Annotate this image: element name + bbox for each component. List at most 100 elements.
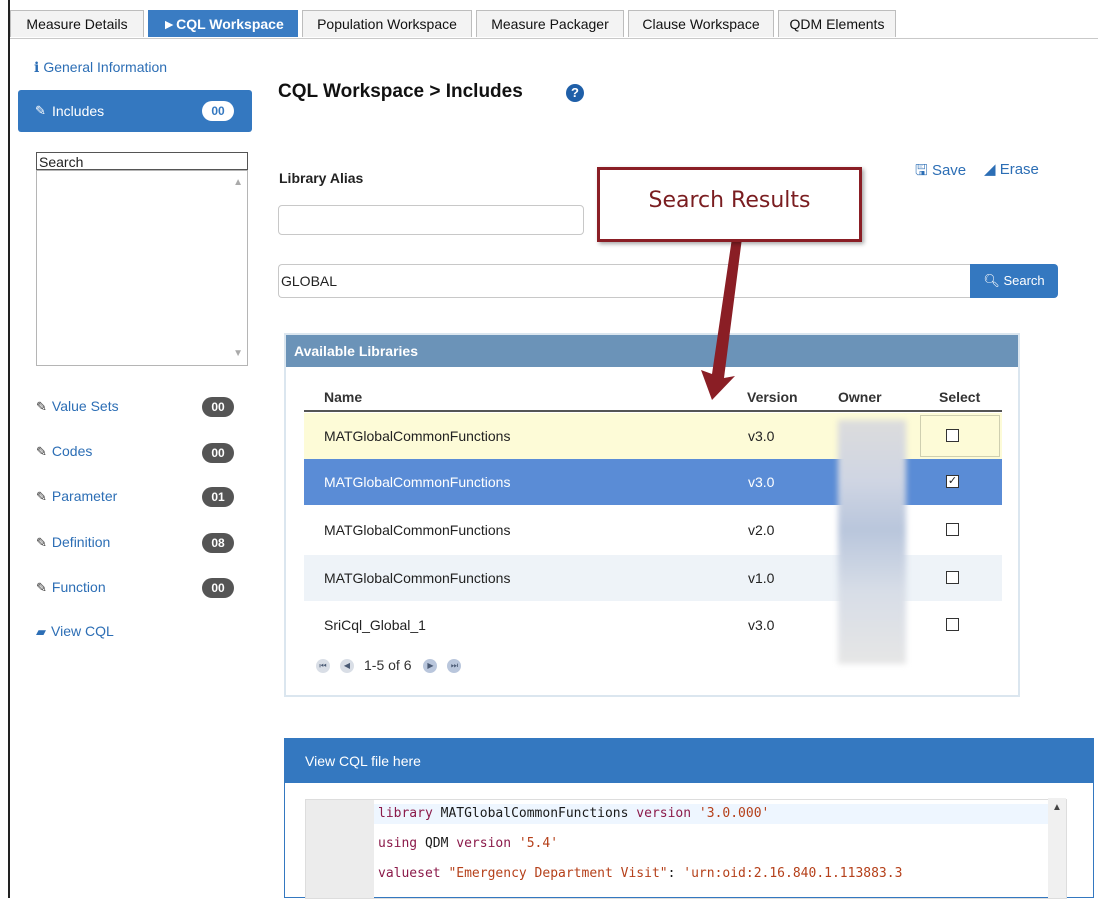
select-checkbox[interactable]: ✓ — [946, 475, 959, 488]
sidebar-item-general-information[interactable]: i General Information — [34, 59, 167, 76]
code-line: valueset "Emergency Department Visit": '… — [378, 866, 902, 881]
tab-population-workspace[interactable]: Population Workspace — [302, 10, 472, 37]
library-name: MATGlobalCommonFunctions — [324, 570, 511, 586]
search-button[interactable]: 🔍︎ Search — [970, 264, 1058, 298]
sidebar-item-value-sets[interactable]: ✎ Value Sets — [36, 398, 119, 415]
code-keyword: valueset — [378, 866, 441, 881]
column-header-name[interactable]: Name — [324, 389, 362, 405]
count-badge: 01 — [202, 487, 234, 507]
owner-column-redacted — [838, 420, 906, 664]
search-icon: 🔍︎ — [983, 273, 1000, 288]
library-version: v3.0 — [748, 474, 775, 490]
count-badge: 00 — [202, 397, 234, 417]
pencil-icon: ✎ — [36, 444, 47, 459]
code-line: library MATGlobalCommonFunctions version… — [378, 806, 769, 821]
sidebar-item-function[interactable]: ✎ Function — [36, 579, 106, 596]
sidebar-item-label: View CQL — [51, 623, 114, 639]
select-cell-outline — [920, 415, 1000, 457]
tab-qdm-elements[interactable]: QDM Elements — [778, 10, 896, 37]
eraser-icon: ◢ — [984, 161, 996, 178]
library-name: MATGlobalCommonFunctions — [324, 522, 511, 538]
count-badge: 08 — [202, 533, 234, 553]
library-version: v1.0 — [748, 570, 775, 586]
next-page-icon[interactable]: ▶ — [423, 659, 438, 674]
code-text: QDM — [417, 836, 457, 851]
info-icon: i — [34, 60, 40, 76]
code-line: using QDM version '5.4' — [378, 836, 558, 851]
search-button-label: Search — [1003, 273, 1045, 288]
sidebar-item-definition[interactable]: ✎ Definition — [36, 534, 110, 551]
select-checkbox[interactable] — [946, 571, 959, 584]
scroll-down-icon[interactable]: ▼ — [233, 348, 243, 359]
library-alias-input[interactable] — [278, 205, 584, 235]
tab-label: Measure Packager — [491, 16, 609, 32]
search-results-callout: Search Results — [597, 167, 862, 242]
tab-label: Population Workspace — [317, 16, 457, 32]
save-label: Save — [931, 162, 967, 179]
book-icon: ▰ — [36, 624, 46, 639]
sidebar-item-includes[interactable]: ✎ Includes 00 — [18, 90, 252, 132]
column-header-version[interactable]: Version — [747, 389, 798, 405]
pencil-icon: ✎ — [35, 103, 46, 118]
sidebar-item-view-cql[interactable]: ▰ View CQL — [36, 623, 114, 640]
pencil-icon: ✎ — [36, 399, 47, 414]
library-name: MATGlobalCommonFunctions — [324, 474, 511, 490]
sidebar-item-label: Definition — [51, 534, 111, 550]
tab-label: CQL Workspace — [176, 16, 284, 32]
sidebar-item-label: Function — [51, 579, 106, 595]
count-badge: 00 — [202, 578, 234, 598]
tab-label: Measure Details — [26, 16, 128, 32]
includes-list[interactable]: ▲ ▼ — [36, 170, 248, 366]
help-icon[interactable]: ? — [566, 84, 584, 102]
code-string: "Emergency Department Visit" — [440, 866, 668, 881]
tab-cql-workspace[interactable]: ►CQL Workspace — [148, 10, 298, 37]
page-title: CQL Workspace > Includes — [278, 81, 523, 102]
pencil-icon: ✎ — [36, 580, 47, 595]
count-badge: 00 — [202, 101, 234, 121]
sidebar-item-codes[interactable]: ✎ Codes — [36, 443, 92, 460]
tab-clause-workspace[interactable]: Clause Workspace — [628, 10, 774, 37]
pager: ⏮ ◀ 1-5 of 6 ▶ ⏭ — [316, 657, 471, 674]
select-checkbox[interactable] — [946, 618, 959, 631]
pencil-icon: ✎ — [36, 489, 47, 504]
erase-label: Erase — [999, 161, 1039, 178]
includes-search-input[interactable]: Search — [36, 152, 248, 170]
code-string: '5.4' — [511, 836, 559, 851]
previous-page-icon[interactable]: ◀ — [340, 659, 354, 674]
select-checkbox[interactable] — [946, 429, 959, 442]
library-alias-label: Library Alias — [279, 170, 364, 186]
count-badge: 00 — [202, 443, 234, 463]
tab-bar: Measure Details ►CQL Workspace Populatio… — [10, 10, 1098, 39]
window-frame-left — [8, 0, 10, 898]
tab-measure-details[interactable]: Measure Details — [10, 10, 144, 37]
save-button[interactable]: 🖫 Save — [915, 160, 966, 185]
code-string: '3.0.000' — [691, 806, 770, 821]
callout-text: Search Results — [648, 188, 811, 213]
library-version: v3.0 — [748, 617, 775, 633]
code-keyword: version — [636, 806, 692, 821]
tab-measure-packager[interactable]: Measure Packager — [476, 10, 624, 37]
sidebar-item-parameter[interactable]: ✎ Parameter — [36, 488, 117, 505]
cql-editor[interactable]: 1 2 3 4 5 library MATGlobalCommonFunctio… — [305, 799, 1067, 899]
column-header-select[interactable]: Select — [939, 389, 980, 405]
line-number-gutter — [306, 800, 374, 898]
select-checkbox[interactable] — [946, 523, 959, 536]
table-header-divider — [304, 410, 1002, 412]
first-page-icon[interactable]: ⏮ — [316, 659, 330, 674]
erase-button[interactable]: ◢ Erase — [984, 160, 1039, 178]
code-keyword: version — [456, 836, 512, 851]
last-page-icon[interactable]: ⏭ — [447, 659, 462, 674]
library-version: v3.0 — [748, 428, 775, 444]
editor-scrollbar[interactable]: ▲ — [1048, 798, 1066, 898]
cql-viewer-header: View CQL file here — [285, 739, 1093, 783]
library-search-input[interactable]: GLOBAL — [278, 264, 970, 298]
scroll-up-icon[interactable]: ▲ — [1052, 802, 1062, 813]
library-name: SriCql_Global_1 — [324, 617, 426, 633]
tab-label: QDM Elements — [789, 16, 885, 32]
floppy-disk-icon: 🖫 — [915, 162, 928, 179]
column-header-owner[interactable]: Owner — [838, 389, 882, 405]
sidebar-item-label: Value Sets — [51, 398, 119, 414]
library-name: MATGlobalCommonFunctions — [324, 428, 511, 444]
code-keyword: library — [378, 806, 433, 821]
scroll-up-icon[interactable]: ▲ — [233, 177, 243, 188]
